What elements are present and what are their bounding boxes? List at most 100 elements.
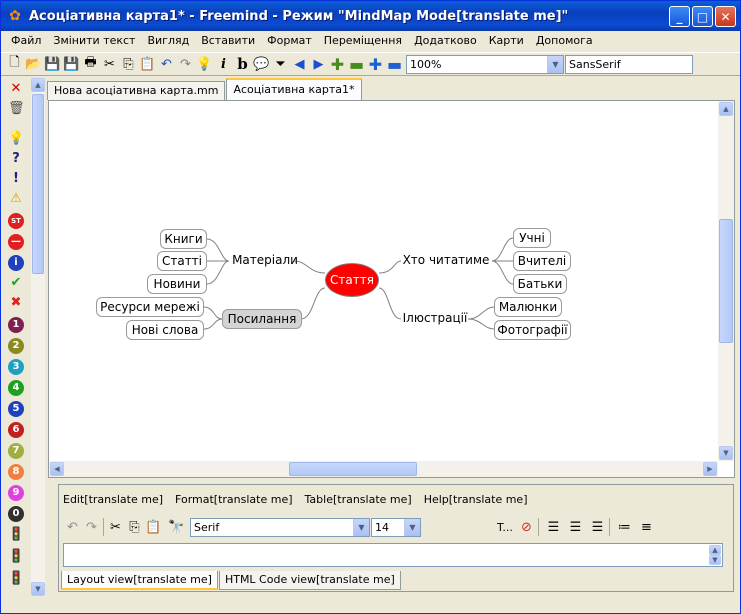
scroll-down-icon[interactable]: ▼ [31,582,45,596]
align-left-icon[interactable]: ☰ [544,517,563,537]
undo-icon[interactable]: ↶ [63,517,82,537]
node-illustrations[interactable]: Ілюстрації [401,309,469,329]
menu-format[interactable]: Формат [261,32,318,50]
map-vertical-scrollbar[interactable]: ▲ ▼ [718,101,734,461]
no-entry-icon[interactable]: — [8,234,24,250]
redo-icon[interactable]: ↷ [176,54,195,74]
align-center-icon[interactable]: ☰ [566,517,585,537]
italic-icon[interactable]: i [214,54,233,74]
node-teachers[interactable]: Вчителі [513,251,571,271]
clear-format-icon[interactable]: ⊘ [517,517,536,537]
checkmark-icon[interactable]: ✔ [8,274,24,292]
stop-icon[interactable]: ST [8,213,24,229]
scroll-thumb[interactable] [289,462,417,476]
maximize-button[interactable]: □ [692,6,713,27]
zoom-in-green-icon[interactable]: ✚ [328,54,347,74]
node-photos[interactable]: Фотографії [494,320,571,340]
node-links[interactable]: Посилання [222,309,302,329]
zoom-out-blue-icon[interactable]: ▬ [385,54,404,74]
priority-5-icon[interactable]: 5 [8,401,24,417]
priority-0-icon[interactable]: 0 [8,506,24,522]
scroll-thumb[interactable] [32,94,44,274]
menu-maps[interactable]: Карти [483,32,530,50]
paste-icon[interactable]: 📋 [144,517,163,537]
lightbulb-icon[interactable]: 💡 [195,54,214,74]
priority-1-icon[interactable]: 1 [8,317,24,333]
bullet-list-icon[interactable]: ≔ [615,517,634,537]
save-icon[interactable]: 💾 [43,54,62,74]
chevron-down-icon[interactable]: ▼ [353,518,369,536]
save-as-icon[interactable]: 💾 [62,54,81,74]
cut-icon[interactable]: ✂ [100,54,119,74]
copy-icon[interactable]: ⎘ [119,54,138,74]
copy-icon[interactable]: ⎘ [125,517,144,537]
trash-icon[interactable]: 🗑 [8,100,25,118]
node-parents[interactable]: Батьки [513,274,567,294]
chevron-down-icon[interactable]: ▼ [404,518,420,536]
tab-map1[interactable]: Асоціативна карта1* [226,78,362,100]
node-articles[interactable]: Статті [157,251,207,271]
priority-3-icon[interactable]: 3 [8,359,24,375]
paste-icon[interactable]: 📋 [138,54,157,74]
scroll-down-icon[interactable]: ▼ [719,446,733,460]
editor-size-combo[interactable]: 14 ▼ [371,517,421,537]
scroll-down-icon[interactable]: ▼ [709,555,721,565]
cross-icon[interactable]: ✖ [8,294,24,312]
arrow-left-icon[interactable]: ◀ [290,54,309,74]
find-binoculars-icon[interactable]: 🔭 [167,517,186,537]
tab-new-map[interactable]: Нова асоціативна карта.mm [47,81,226,100]
numbered-list-icon[interactable]: ≡ [637,517,656,537]
cut-icon[interactable]: ✂ [106,517,125,537]
undo-icon[interactable]: ↶ [157,54,176,74]
priority-6-icon[interactable]: 6 [8,422,24,438]
menu-file[interactable]: Файл [5,32,47,50]
menu-tools[interactable]: Додатково [408,32,483,50]
question-icon[interactable]: ? [8,150,24,168]
warning-icon[interactable]: ⚠ [8,190,24,208]
filter-icon[interactable]: ⏷ [271,54,290,74]
close-button[interactable]: ✕ [715,6,736,27]
open-folder-icon[interactable]: 📂 [24,54,43,74]
tab-html-code-view[interactable]: HTML Code view[translate me] [218,571,401,590]
zoom-in-blue-icon[interactable]: ✚ [366,54,385,74]
editor-font-combo[interactable]: Serif ▼ [190,517,370,537]
scroll-up-icon[interactable]: ▲ [709,545,721,555]
chevron-down-icon[interactable]: ▼ [547,55,563,73]
editor-menu-edit[interactable]: Edit[translate me] [63,493,163,506]
node-web-resources[interactable]: Ресурси мережі [96,297,204,317]
align-right-icon[interactable]: ☰ [588,517,607,537]
traffic-light-red-icon[interactable]: 🚦 [8,526,24,544]
info-icon[interactable]: i [8,255,24,271]
zoom-out-green-icon[interactable]: ▬ [347,54,366,74]
scroll-left-icon[interactable]: ◀ [50,462,64,476]
bold-icon[interactable]: b [233,54,252,74]
mindmap-canvas[interactable]: Стаття Матеріали Книги Статті Новини Пос… [49,101,718,461]
menu-help[interactable]: Допомога [530,32,599,50]
print-icon[interactable]: 🖶 [81,54,100,74]
editor-menu-format[interactable]: Format[translate me] [175,493,292,506]
cloud-icon[interactable]: 💬 [252,54,271,74]
priority-9-icon[interactable]: 9 [8,485,24,501]
priority-2-icon[interactable]: 2 [8,338,24,354]
note-text-area[interactable]: ▲ ▼ [63,543,723,567]
menu-view[interactable]: Вигляд [141,32,195,50]
node-new-words[interactable]: Нові слова [126,320,204,340]
menu-insert[interactable]: Вставити [195,32,261,50]
traffic-light-yellow-icon[interactable]: 🚦 [8,548,24,566]
map-horizontal-scrollbar[interactable]: ◀ ▶ [49,461,718,477]
font-combo[interactable]: SansSerif [565,54,693,74]
icon-toolbar-scrollbar[interactable]: ▲ ▼ [31,78,45,596]
node-materials[interactable]: Матеріали [229,251,301,271]
new-file-icon[interactable]: 🗋 [5,54,24,74]
tab-layout-view[interactable]: Layout view[translate me] [61,571,218,590]
scroll-up-icon[interactable]: ▲ [31,78,45,92]
node-students[interactable]: Учні [513,228,551,248]
node-drawings[interactable]: Малюнки [494,297,562,317]
root-node[interactable]: Стаття [325,263,379,297]
scroll-up-icon[interactable]: ▲ [719,102,733,116]
scroll-thumb[interactable] [719,219,733,343]
menu-edit[interactable]: Змінити текст [47,32,141,50]
priority-7-icon[interactable]: 7 [8,443,24,459]
remove-last-icon[interactable]: ✕ [8,80,24,98]
node-news[interactable]: Новини [147,274,207,294]
